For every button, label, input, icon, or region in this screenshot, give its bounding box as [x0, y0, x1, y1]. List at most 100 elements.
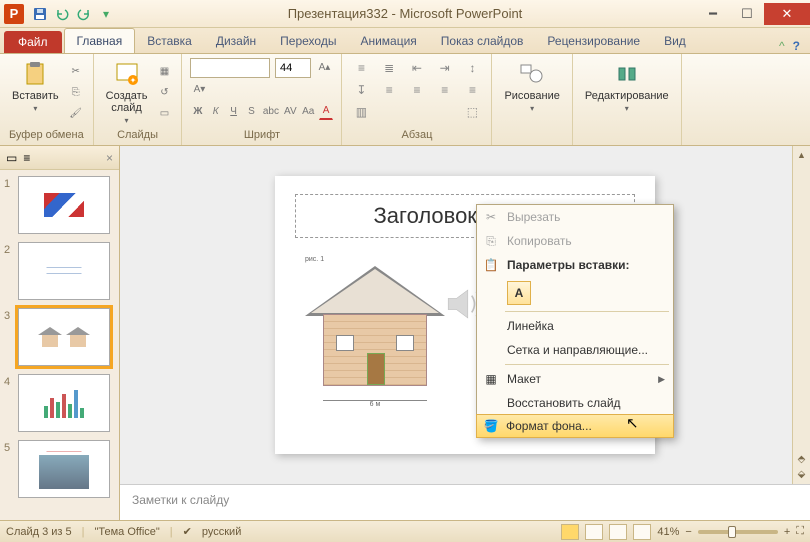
italic-button[interactable]: К	[208, 102, 223, 120]
cut-icon[interactable]: ✂	[67, 62, 85, 80]
work-area: ▭ ≡ × 1 2 —————————————— 3 4 5 —	[0, 146, 810, 520]
outline-tab-icon[interactable]: ≡	[23, 151, 30, 165]
tab-slideshow[interactable]: Показ слайдов	[429, 29, 536, 53]
prev-slide-icon[interactable]: ⬘	[798, 454, 806, 465]
align-right-icon[interactable]: ≡	[434, 80, 456, 100]
tab-view[interactable]: Вид	[652, 29, 698, 53]
qat-dropdown-icon[interactable]: ▾	[98, 6, 114, 22]
format-painter-icon[interactable]: 🖌	[67, 104, 85, 122]
status-language[interactable]: русский	[202, 526, 241, 538]
slide-thumb-2[interactable]: ——————————————	[18, 242, 110, 300]
normal-view-button[interactable]	[561, 524, 579, 540]
next-slide-icon[interactable]: ⬙	[798, 469, 806, 480]
shrink-font-icon[interactable]: A▾	[190, 80, 208, 98]
zoom-level[interactable]: 41%	[657, 526, 679, 538]
tab-review[interactable]: Рецензирование	[535, 29, 652, 53]
panel-close-icon[interactable]: ×	[106, 151, 113, 165]
align-left-icon[interactable]: ≡	[378, 80, 400, 100]
section-icon[interactable]: ▭	[155, 104, 173, 122]
slide-thumb-1[interactable]	[18, 176, 110, 234]
reset-icon[interactable]: ↺	[155, 83, 173, 101]
ctx-copy[interactable]: ⎘Копировать	[477, 229, 673, 253]
underline-button[interactable]: Ч	[226, 102, 241, 120]
slides-tab-icon[interactable]: ▭	[6, 151, 17, 165]
paste-button[interactable]: Вставить ▾	[8, 58, 63, 122]
justify-icon[interactable]: ≡	[461, 80, 483, 100]
minimize-button[interactable]: ━	[696, 3, 730, 25]
shadow-button[interactable]: abc	[262, 102, 280, 120]
paste-option-keep-text[interactable]: A	[507, 281, 531, 305]
group-paragraph: ≡ ≣ ⇤ ⇥ ↕ ↧ ≡ ≡ ≡ ≡ ▥ ⬚ Абзац	[342, 54, 492, 145]
redo-icon[interactable]	[76, 6, 92, 22]
tab-design[interactable]: Дизайн	[204, 29, 268, 53]
status-slide-number: Слайд 3 из 5	[6, 526, 72, 538]
tab-animation[interactable]: Анимация	[348, 29, 428, 53]
font-size-select[interactable]	[275, 58, 311, 78]
align-center-icon[interactable]: ≡	[406, 80, 428, 100]
font-family-select[interactable]	[190, 58, 270, 78]
fit-to-window-button[interactable]: ⛶	[796, 525, 804, 538]
slideshow-view-button[interactable]	[633, 524, 651, 540]
ctx-layout[interactable]: ▦Макет▶	[477, 367, 673, 391]
vertical-scrollbar[interactable]: ▲ ⬘ ⬙	[792, 146, 810, 484]
status-bar: Слайд 3 из 5 | "Тема Office" | ✔ русский…	[0, 520, 810, 542]
slide-thumb-5[interactable]: ———————	[18, 440, 110, 498]
slide-thumb-4[interactable]	[18, 374, 110, 432]
tab-insert[interactable]: Вставка	[135, 29, 204, 53]
file-tab[interactable]: Файл	[4, 31, 62, 53]
zoom-out-button[interactable]: −	[685, 526, 691, 538]
copy-icon[interactable]: ⎘	[67, 83, 85, 101]
group-slides: ✦ Создать слайд ▾ ▦ ↺ ▭ Слайды	[94, 54, 183, 145]
new-slide-button[interactable]: ✦ Создать слайд ▾	[102, 58, 152, 127]
thumb-row[interactable]: 1	[4, 176, 115, 234]
maximize-button[interactable]: ☐	[730, 3, 764, 25]
zoom-slider[interactable]	[698, 530, 778, 534]
notes-pane[interactable]: Заметки к слайду	[120, 484, 810, 520]
reading-view-button[interactable]	[609, 524, 627, 540]
thumb-row[interactable]: 4	[4, 374, 115, 432]
bold-button[interactable]: Ж	[190, 102, 205, 120]
close-button[interactable]: ✕	[764, 3, 810, 25]
sorter-view-button[interactable]	[585, 524, 603, 540]
drawing-button[interactable]: Рисование ▾	[500, 58, 563, 115]
undo-icon[interactable]	[54, 6, 70, 22]
bullets-icon[interactable]: ≡	[350, 58, 372, 78]
ctx-reset-slide[interactable]: Восстановить слайд	[477, 391, 673, 415]
line-spacing-icon[interactable]: ↕	[461, 58, 483, 78]
change-case-button[interactable]: Aa	[301, 102, 316, 120]
grow-font-icon[interactable]: A▴	[315, 58, 333, 76]
ctx-grid[interactable]: Сетка и направляющие...	[477, 338, 673, 362]
thumb-row[interactable]: 5 ———————	[4, 440, 115, 498]
tab-transitions[interactable]: Переходы	[268, 29, 348, 53]
thumb-row[interactable]: 2 ——————————————	[4, 242, 115, 300]
layout-icon[interactable]: ▦	[155, 62, 173, 80]
tab-home[interactable]: Главная	[64, 28, 136, 53]
ctx-ruler[interactable]: Линейка	[477, 314, 673, 338]
strikethrough-button[interactable]: S	[244, 102, 259, 120]
zoom-in-button[interactable]: +	[784, 526, 790, 538]
spellcheck-icon[interactable]: ✔	[183, 525, 192, 538]
thumb-row[interactable]: 3	[4, 308, 115, 366]
char-spacing-button[interactable]: AV	[283, 102, 298, 120]
title-bar: P ▾ Презентация332 - Microsoft PowerPoin…	[0, 0, 810, 28]
thumbnail-panel-header: ▭ ≡ ×	[0, 146, 119, 170]
slide-thumb-3[interactable]	[18, 308, 110, 366]
columns-icon[interactable]: ▥	[350, 102, 372, 122]
decrease-indent-icon[interactable]: ⇤	[406, 58, 428, 78]
slide-editor[interactable]: Заголовок слайда рис. 1 6 м рис. 2	[120, 146, 810, 484]
editing-button[interactable]: Редактирование ▾	[581, 58, 673, 115]
ctx-format-background[interactable]: 🪣Формат фона...	[476, 414, 674, 438]
ribbon-minimize-icon[interactable]: ^	[779, 39, 785, 53]
scroll-up-icon[interactable]: ▲	[797, 150, 806, 160]
convert-smartart-icon[interactable]: ⬚	[461, 102, 483, 122]
window-title: Презентация332 - Microsoft PowerPoint	[288, 6, 523, 21]
canvas-area: Заголовок слайда рис. 1 6 м рис. 2	[120, 146, 810, 520]
save-icon[interactable]	[32, 6, 48, 22]
ctx-cut[interactable]: ✂Вырезать	[477, 205, 673, 229]
numbering-icon[interactable]: ≣	[378, 58, 400, 78]
font-color-button[interactable]: A	[319, 102, 334, 120]
scissors-icon: ✂	[483, 209, 499, 225]
help-icon[interactable]: ?	[793, 39, 800, 53]
text-direction-icon[interactable]: ↧	[350, 80, 372, 100]
increase-indent-icon[interactable]: ⇥	[434, 58, 456, 78]
